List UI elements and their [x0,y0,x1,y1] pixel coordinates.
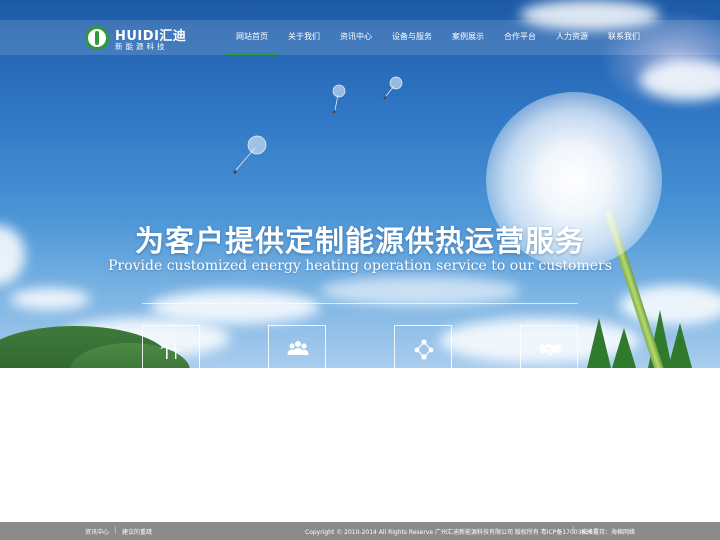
dandelion-seeds [233,76,403,174]
feature-team[interactable] [268,325,326,368]
network-icon [414,339,434,360]
nav-partners[interactable]: 合作平台 [494,20,546,55]
logo-icon [85,26,109,50]
main-nav: 网站首页 关于我们 资讯中心 设备与服务 案例展示 合作平台 人力资源 联系我们 [226,20,650,55]
hero-banner: 为客户提供定制能源供热运营服务 Provide customized energ… [0,0,720,368]
footer-copyright: Copyright © 2010-2014 All Rights Reserve… [305,529,599,536]
logo[interactable]: HUIDI汇迪 新能源科技 [85,25,186,51]
hero-headline: 为客户提供定制能源供热运营服务 [134,224,585,258]
nav-about[interactable]: 关于我们 [278,20,330,55]
nav-news[interactable]: 资讯中心 [330,20,382,55]
footer-separator: | [572,526,575,534]
nav-cases[interactable]: 案例展示 [442,20,494,55]
footer-tech-support[interactable]: 技术支持：海棉网络 [581,527,635,536]
footer: 资讯中心 | 建议的重疏 Copyright © 2010-2014 All R… [0,522,720,540]
handshake-icon [538,344,562,356]
footer-link-suggestions[interactable]: 建议的重疏 [122,527,152,536]
footer-separator: | [114,526,117,534]
hero-divider [142,303,578,304]
hero-subheadline: Provide customized energy heating operat… [108,258,612,274]
feature-wind-energy[interactable] [142,325,200,368]
nav-equipment-services[interactable]: 设备与服务 [382,20,442,55]
nav-contact[interactable]: 联系我们 [598,20,650,55]
wind-turbine-icon [160,338,180,359]
people-icon [287,341,309,355]
feature-network[interactable] [394,325,452,368]
nav-home[interactable]: 网站首页 [226,20,278,55]
nav-careers[interactable]: 人力资源 [546,20,598,55]
page: 为客户提供定制能源供热运营服务 Provide customized energ… [0,0,720,540]
feature-partnership[interactable] [520,325,578,368]
footer-link-news[interactable]: 资讯中心 [85,527,109,536]
logo-tagline: 新能源科技 [115,42,168,51]
